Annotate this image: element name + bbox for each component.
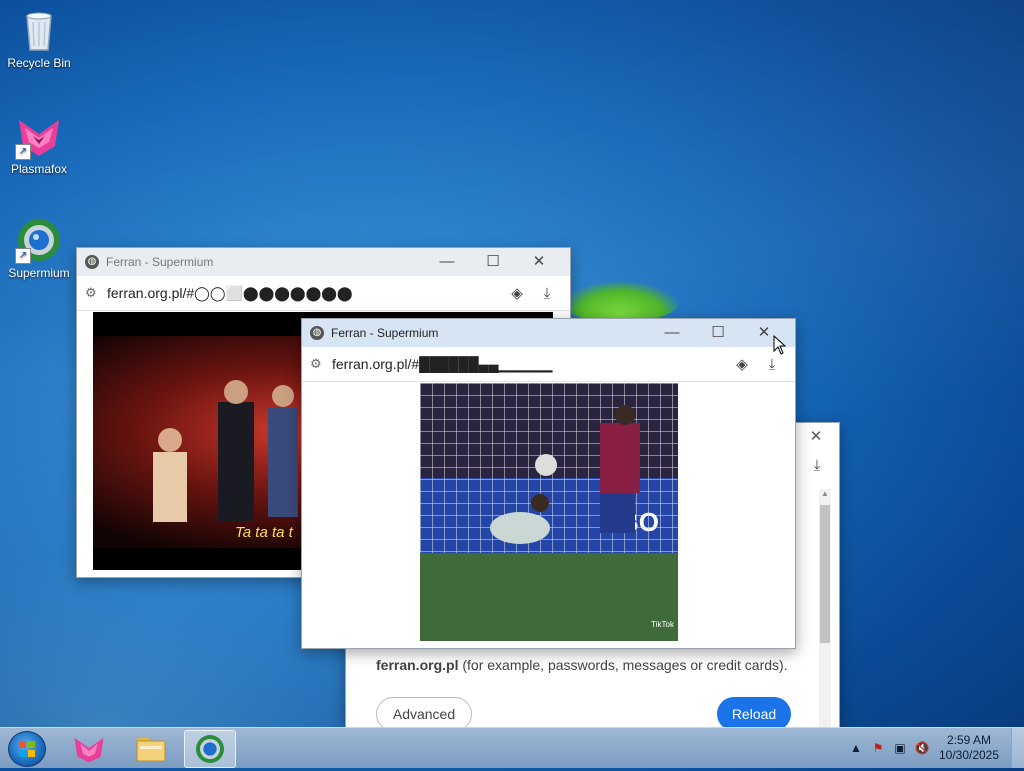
globe-icon: ◍	[85, 255, 99, 269]
minimize-button[interactable]: —	[424, 248, 470, 276]
window-title: Ferran - Supermium	[331, 326, 439, 340]
desktop-icon-label: Plasmafox	[10, 162, 68, 176]
scroll-up-icon[interactable]: ▲	[819, 489, 831, 498]
supermium-icon: ↗	[15, 216, 63, 264]
video-caption: Ta ta ta t	[235, 524, 293, 541]
maximize-button[interactable]: ☐	[470, 248, 516, 276]
url-text[interactable]: ferran.org.pl/#◯◯⬜⬤⬤⬤⬤⬤⬤⬤	[107, 285, 502, 302]
download-icon[interactable]: ⤓	[803, 457, 831, 474]
download-icon[interactable]: ⤓	[757, 356, 787, 373]
taskbar[interactable]: ▲ ⚑ ▣ 🔇 2:59 AM 10/30/2025	[0, 727, 1024, 768]
reload-button[interactable]: Reload	[717, 697, 791, 731]
address-bar[interactable]: ⚙ ferran.org.pl/#██████▄▄▁▁▁▁▁ ◈ ⤓	[302, 347, 795, 382]
maximize-button[interactable]: ☐	[695, 319, 741, 347]
shortcut-arrow-icon: ↗	[15, 248, 31, 264]
taskbar-plasmafox[interactable]	[64, 730, 114, 766]
desktop-icon-supermium[interactable]: ↗ Supermium	[1, 216, 77, 280]
scrollbar[interactable]: ▲	[819, 489, 831, 729]
show-hidden-icons-icon[interactable]: ▲	[845, 741, 867, 755]
desktop-icon-recycle-bin[interactable]: Recycle Bin	[1, 6, 77, 70]
clock-date: 10/30/2025	[938, 748, 1000, 762]
supermium-icon	[196, 735, 224, 763]
title-bar[interactable]: ◍ Ferran - Supermium — ☐ ✕	[77, 248, 570, 276]
browser-window-front[interactable]: ◍ Ferran - Supermium — ☐ ✕ ⚙ ferran.org.…	[301, 318, 796, 649]
warning-host: ferran.org.pl	[376, 657, 459, 673]
video-player[interactable]: BO TikTok	[420, 383, 678, 641]
address-bar[interactable]: ⚙ ferran.org.pl/#◯◯⬜⬤⬤⬤⬤⬤⬤⬤ ◈ ⤓	[77, 276, 570, 311]
show-desktop-button[interactable]	[1011, 728, 1024, 768]
advanced-button[interactable]: Advanced	[376, 697, 472, 731]
recycle-bin-icon	[15, 6, 63, 54]
video-frame-image: BO	[420, 383, 678, 641]
site-settings-icon[interactable]: ⚙	[85, 285, 107, 301]
scrollbar-thumb[interactable]	[820, 505, 830, 643]
clock-time: 2:59 AM	[946, 733, 992, 747]
desktop-icon-label: Supermium	[8, 266, 70, 280]
desktop-icon-plasmafox[interactable]: ↗ Plasmafox	[1, 112, 77, 176]
volume-muted-icon[interactable]: 🔇	[911, 741, 933, 755]
plasmafox-icon: ↗	[15, 112, 63, 160]
warning-description: (for example, passwords, messages or cre…	[458, 657, 788, 673]
plasmafox-icon	[74, 737, 104, 763]
site-settings-icon[interactable]: ⚙	[310, 356, 332, 372]
clock[interactable]: 2:59 AM 10/30/2025	[933, 733, 1005, 763]
folder-icon	[136, 738, 166, 762]
install-app-icon[interactable]: ◈	[502, 284, 532, 302]
install-app-icon[interactable]: ◈	[727, 355, 757, 373]
download-icon[interactable]: ⤓	[532, 285, 562, 302]
minimize-button[interactable]: —	[649, 319, 695, 347]
taskbar-file-explorer[interactable]	[126, 730, 176, 766]
close-button[interactable]: ✕	[516, 248, 562, 276]
desktop-icon-label: Recycle Bin	[7, 56, 71, 70]
video-watermark: TikTok	[651, 620, 674, 629]
taskbar-supermium[interactable]	[184, 730, 236, 768]
action-center-icon[interactable]: ⚑	[867, 741, 889, 755]
network-icon[interactable]: ▣	[889, 741, 911, 755]
wallpaper-swoosh	[560, 282, 680, 322]
window-title: Ferran - Supermium	[106, 255, 214, 269]
url-text[interactable]: ferran.org.pl/#██████▄▄▁▁▁▁▁	[332, 356, 727, 373]
globe-icon: ◍	[310, 326, 324, 340]
system-tray[interactable]: ▲ ⚑ ▣ 🔇 2:59 AM 10/30/2025	[845, 728, 1024, 768]
windows-logo-icon	[19, 741, 35, 757]
shortcut-arrow-icon: ↗	[15, 144, 31, 160]
warning-text: ferran.org.pl (for example, passwords, m…	[376, 657, 788, 673]
start-button[interactable]	[8, 731, 46, 767]
title-bar[interactable]: ◍ Ferran - Supermium — ☐ ✕	[302, 319, 795, 347]
close-button[interactable]: ✕	[793, 423, 839, 451]
